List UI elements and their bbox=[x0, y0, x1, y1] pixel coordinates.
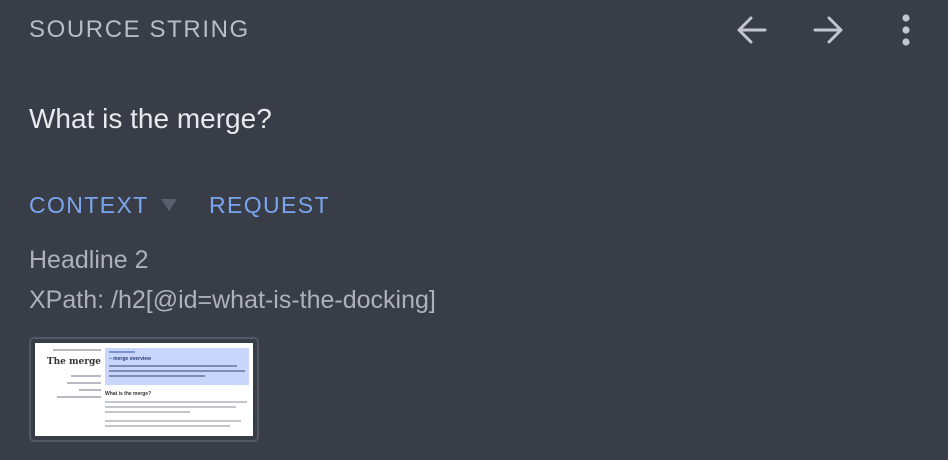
thumbnail-sidebar: The merge bbox=[41, 349, 101, 403]
thumbnail-hero-banner: – ️‍merge overview bbox=[105, 348, 249, 385]
caret-down-icon bbox=[161, 199, 177, 211]
context-xpath: XPath: /h2[@id=what-is-the-docking] bbox=[29, 286, 436, 314]
forward-button[interactable] bbox=[806, 10, 850, 50]
tab-context-label: CONTEXT bbox=[29, 192, 149, 218]
tab-context[interactable]: CONTEXT bbox=[29, 192, 177, 219]
context-screenshot-thumbnail[interactable]: The merge – ️‍merge overview What is the… bbox=[29, 337, 259, 442]
context-element-type: Headline 2 bbox=[29, 246, 149, 274]
thumbnail-page-title: The merge bbox=[46, 357, 101, 367]
source-string-text: What is the merge? bbox=[29, 103, 272, 134]
thumbnail-page-preview: The merge – ️‍merge overview What is the… bbox=[35, 343, 253, 436]
more-vertical-icon bbox=[902, 14, 910, 46]
thumbnail-section-heading: What is the merge? bbox=[105, 391, 152, 397]
arrow-right-icon bbox=[813, 16, 843, 44]
thumbnail-hero-heading: – ️‍merge overview bbox=[109, 356, 151, 362]
source-string-panel: SOURCE STRING What is the merge? CONTEXT bbox=[0, 0, 948, 460]
tab-request[interactable]: REQUEST bbox=[209, 192, 330, 219]
panel-title: SOURCE STRING bbox=[29, 16, 250, 43]
back-button[interactable] bbox=[730, 10, 774, 50]
arrow-left-icon bbox=[737, 16, 767, 44]
thumbnail-body: What is the merge? bbox=[105, 391, 247, 430]
more-options-button[interactable] bbox=[884, 10, 928, 50]
